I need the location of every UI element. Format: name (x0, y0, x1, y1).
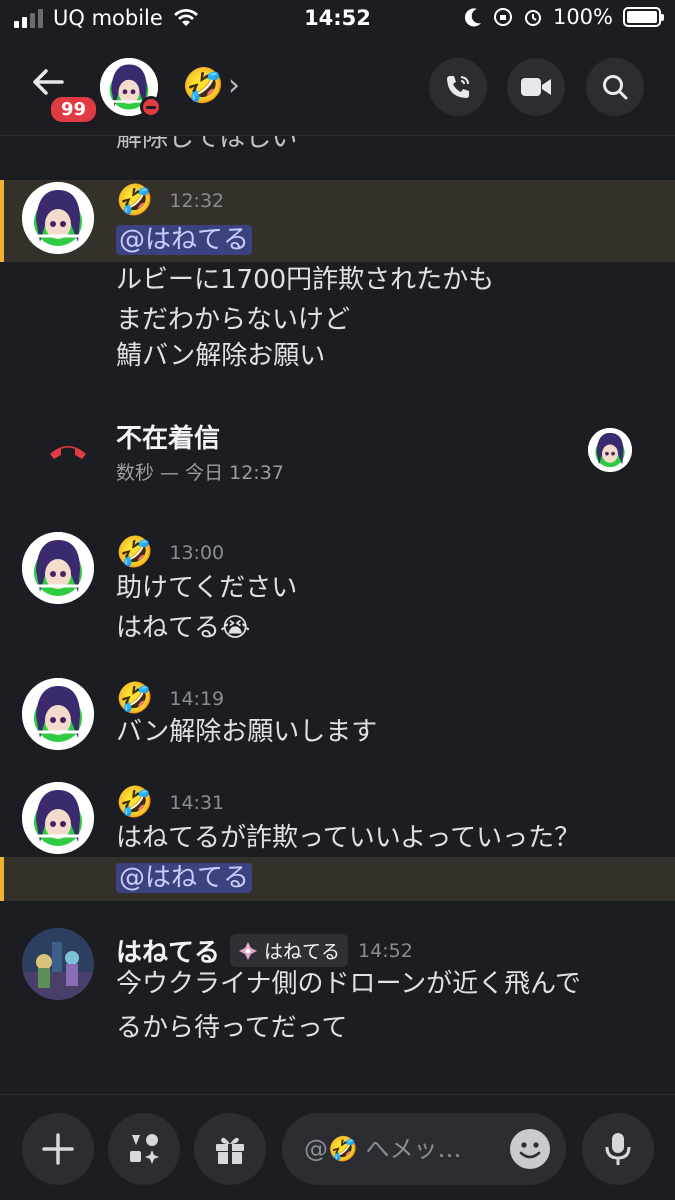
alarm-icon (524, 10, 541, 26)
author-name[interactable]: 🤣 (116, 786, 153, 820)
composer-bar (0, 1094, 675, 1200)
plus-icon (42, 1133, 74, 1165)
message-text: はねてるが詐欺っていいよっていった？ (116, 823, 581, 853)
chevron-right-icon[interactable]: › (228, 68, 240, 103)
moon-icon (464, 8, 481, 27)
gift-icon (216, 1137, 244, 1164)
missed-call-icon (50, 446, 86, 459)
chat-header: 99 🤣 › (0, 44, 675, 136)
timestamp: 13:00 (169, 542, 225, 564)
apps-button[interactable] (108, 1113, 180, 1185)
message-input-wrapper[interactable] (282, 1113, 566, 1185)
message-text: 助けてください (116, 573, 298, 603)
apps-icon (130, 1134, 159, 1164)
author-name[interactable]: 🤣 (116, 536, 153, 570)
gift-button[interactable] (194, 1113, 266, 1185)
voice-call-button[interactable] (429, 58, 487, 116)
role-tag-label: はねてる (264, 941, 341, 963)
message-text: 鯖バン解除お願い (116, 341, 326, 371)
mention-highlight (0, 857, 675, 901)
emoji-picker-button[interactable] (510, 1129, 550, 1169)
video-call-button[interactable] (507, 58, 565, 116)
mention-tag[interactable]: @はねてる (116, 225, 253, 255)
search-icon (603, 75, 628, 100)
avatar[interactable] (22, 678, 94, 750)
missed-call-title: 不在着信 (116, 424, 221, 454)
message-input[interactable] (304, 1131, 504, 1167)
search-button[interactable] (586, 58, 644, 116)
status-bar: UQ mobile 14:52 100% (0, 0, 675, 38)
video-icon (521, 78, 551, 96)
orientation-lock-icon (493, 8, 512, 26)
role-icon (239, 941, 258, 960)
voice-message-button[interactable] (582, 1113, 654, 1185)
battery-icon (623, 7, 664, 27)
timestamp: 12:32 (169, 190, 225, 212)
avatar[interactable] (22, 532, 94, 604)
channel-name[interactable]: 🤣 (182, 66, 224, 106)
unread-badge: 99 (48, 94, 100, 125)
avatar[interactable] (22, 782, 94, 854)
message-text: はねてる😭 (116, 613, 251, 643)
avatar[interactable] (22, 182, 94, 254)
message-text: バン解除お願いします (116, 717, 378, 747)
mention-highlight (0, 180, 675, 262)
smiley-icon (519, 1142, 541, 1159)
avatar[interactable] (588, 428, 632, 472)
timestamp: 14:52 (358, 939, 413, 962)
dnd-status-icon (140, 96, 162, 118)
avatar[interactable] (22, 928, 94, 1000)
mention-tag[interactable]: @はねてる (116, 863, 253, 893)
add-button[interactable] (22, 1113, 94, 1185)
battery-percent: 100% (552, 5, 613, 29)
message-text: るから待ってだって (116, 1013, 348, 1043)
message-text: ルビーに1700円詐欺されたかも (116, 265, 495, 295)
missed-call-subtitle: 数秒 — 今日 12:37 (116, 462, 284, 484)
author-name[interactable]: 🤣 (116, 184, 153, 218)
phone-icon (447, 76, 469, 98)
timestamp: 14:19 (169, 688, 225, 710)
chat-screen: UQ mobile 14:52 100% 99 🤣 › 解除してほしい 🤣 12… (0, 0, 675, 1200)
message-text: 今ウクライナ側のドローンが近く飛んで (116, 969, 581, 999)
timestamp: 14:31 (169, 792, 225, 814)
microphone-icon (605, 1133, 631, 1165)
